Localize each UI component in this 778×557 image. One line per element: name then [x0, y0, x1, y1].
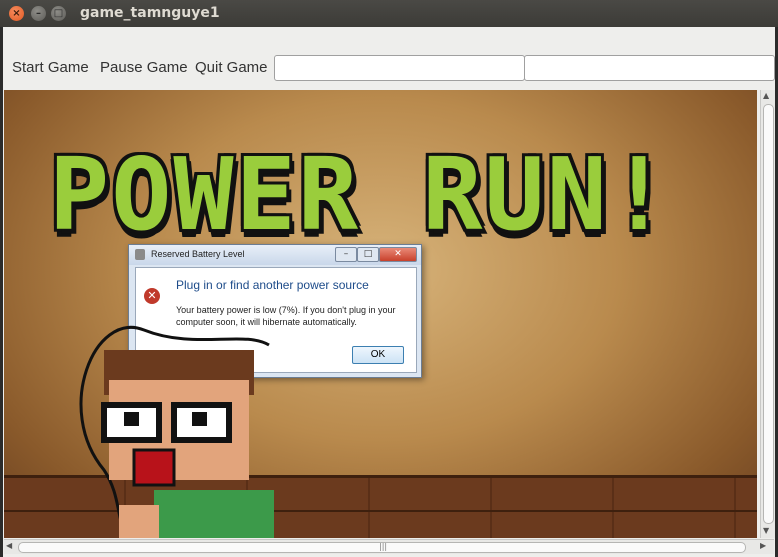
scroll-down-icon[interactable]: ▼ [763, 526, 769, 535]
character-shirt [154, 490, 274, 538]
dialog-maximize-icon[interactable]: □ [357, 247, 379, 262]
character-sprite [79, 326, 274, 538]
vertical-scroll-thumb[interactable] [763, 104, 774, 524]
game-canvas[interactable]: POWER RUN! Reserved Battery Level – □ ✕ … [4, 90, 757, 538]
quit-game-button[interactable]: Quit Game [195, 59, 268, 76]
minimize-icon[interactable]: – [31, 6, 46, 21]
vertical-scrollbar[interactable]: ▲ ▼ [760, 90, 775, 538]
app-client-area: Start Game Pause Game Quit Game POWER RU… [3, 27, 775, 557]
window-titlebar: × – □ game_tamnguye1 [0, 0, 778, 27]
window-title: game_tamnguye1 [80, 5, 220, 21]
scroll-left-icon[interactable]: ◀ [6, 541, 12, 550]
start-game-button[interactable]: Start Game [12, 59, 89, 76]
character-pupil-left [124, 412, 139, 426]
text-field-1[interactable] [274, 55, 525, 81]
character-arm [119, 505, 159, 538]
dialog-minimize-icon[interactable]: – [335, 247, 357, 262]
battery-icon [135, 249, 145, 260]
maximize-icon[interactable]: □ [51, 6, 66, 21]
character-mouth [132, 448, 176, 487]
text-field-2[interactable] [524, 55, 775, 81]
dialog-titlebar: Reserved Battery Level – □ ✕ [129, 245, 421, 265]
scroll-up-icon[interactable]: ▲ [763, 91, 769, 100]
horizontal-scrollbar[interactable]: ◀ ||| ▶ [4, 539, 774, 554]
horizontal-scroll-thumb[interactable]: ||| [18, 542, 746, 553]
ok-button[interactable]: OK [352, 346, 404, 364]
game-logo: POWER RUN! [49, 136, 672, 253]
scroll-right-icon[interactable]: ▶ [760, 541, 766, 550]
scroll-grip-icon: ||| [379, 542, 388, 551]
dialog-close-icon[interactable]: ✕ [379, 247, 417, 262]
dialog-title: Reserved Battery Level [151, 249, 245, 259]
close-icon[interactable]: × [9, 6, 24, 21]
pause-game-button[interactable]: Pause Game [100, 59, 188, 76]
character-pupil-right [192, 412, 207, 426]
